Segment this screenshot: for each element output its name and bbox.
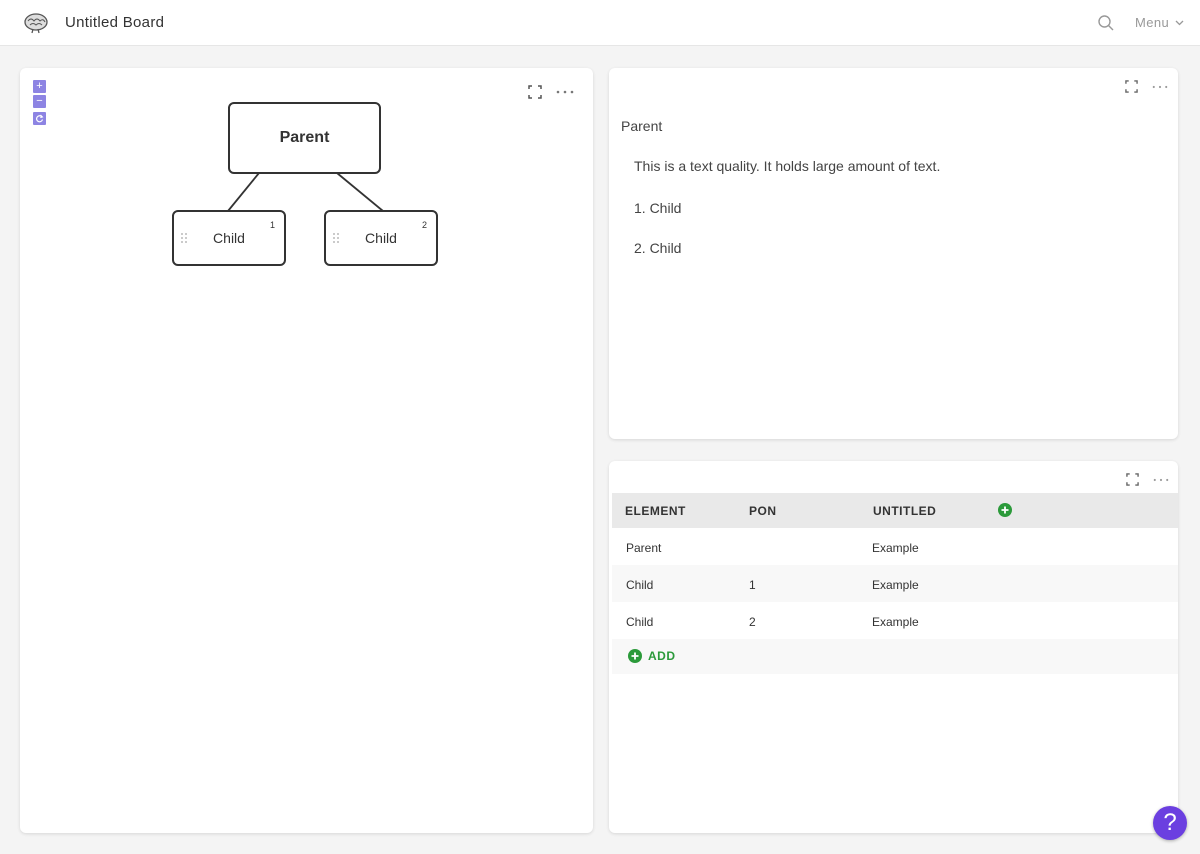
data-table: ELEMENT PON UNTITLED Parent Example Chil… [612, 493, 1178, 674]
table-panel: ELEMENT PON UNTITLED Parent Example Chil… [609, 461, 1178, 833]
table-cell[interactable]: Example [872, 615, 919, 629]
table-cell[interactable]: 2 [749, 615, 756, 629]
connector-lines [227, 172, 384, 212]
node-label: Parent [279, 129, 330, 146]
node-label: Child [213, 230, 245, 246]
child-node-2[interactable]: Child 2 [324, 210, 438, 266]
connector-line [227, 172, 260, 212]
search-icon[interactable] [1097, 14, 1115, 32]
table-row[interactable]: Parent Example [612, 528, 1178, 565]
table-header: ELEMENT PON UNTITLED [612, 493, 1178, 528]
table-cell[interactable]: Child [626, 578, 653, 592]
more-options-icon[interactable] [1152, 85, 1168, 89]
text-heading[interactable]: Parent [621, 118, 662, 134]
child-node-1[interactable]: Child 1 [172, 210, 286, 266]
list-item[interactable]: 2. Child [634, 240, 681, 256]
drag-handle-icon[interactable] [332, 232, 340, 244]
table-panel-tools [1126, 473, 1169, 486]
expand-icon[interactable] [1125, 80, 1138, 93]
text-panel-tools [1125, 80, 1168, 93]
table-cell[interactable]: Parent [626, 541, 661, 555]
expand-icon[interactable] [1126, 473, 1139, 486]
table-cell[interactable]: 1 [749, 578, 756, 592]
column-header[interactable]: UNTITLED [873, 504, 936, 518]
column-header[interactable]: ELEMENT [625, 504, 686, 518]
connector-line [336, 172, 384, 212]
add-row-label: ADD [648, 649, 676, 663]
drag-handle-icon[interactable] [180, 232, 188, 244]
text-panel: Parent This is a text quality. It holds … [609, 68, 1178, 439]
node-number: 1 [269, 220, 275, 230]
top-bar: Untitled Board Menu [0, 0, 1200, 46]
node-number: 2 [421, 220, 427, 230]
table-row[interactable]: Child 2 Example [612, 602, 1178, 639]
menu-label: Menu [1135, 15, 1170, 30]
table-cell[interactable]: Example [872, 541, 919, 555]
help-button[interactable]: ? [1153, 806, 1187, 840]
board-title[interactable]: Untitled Board [65, 14, 164, 31]
table-cell[interactable]: Child [626, 615, 653, 629]
parent-node[interactable]: Parent [228, 102, 381, 174]
menu-button[interactable]: Menu [1135, 15, 1184, 30]
brain-logo-icon[interactable] [22, 11, 50, 35]
table-cell[interactable]: Example [872, 578, 919, 592]
text-body[interactable]: This is a text quality. It holds large a… [634, 158, 940, 174]
list-item[interactable]: 1. Child [634, 200, 681, 216]
diagram-panel: + − Parent Child 1 Child 2 [20, 68, 593, 833]
add-row: ADD [612, 639, 1178, 674]
add-row-button[interactable]: ADD [628, 649, 676, 663]
node-label: Child [365, 230, 397, 246]
add-column-icon[interactable] [998, 503, 1012, 517]
table-row[interactable]: Child 1 Example [612, 565, 1178, 602]
chevron-down-icon [1175, 20, 1184, 25]
column-header[interactable]: PON [749, 504, 777, 518]
add-icon [628, 649, 642, 663]
more-options-icon[interactable] [1153, 478, 1169, 482]
